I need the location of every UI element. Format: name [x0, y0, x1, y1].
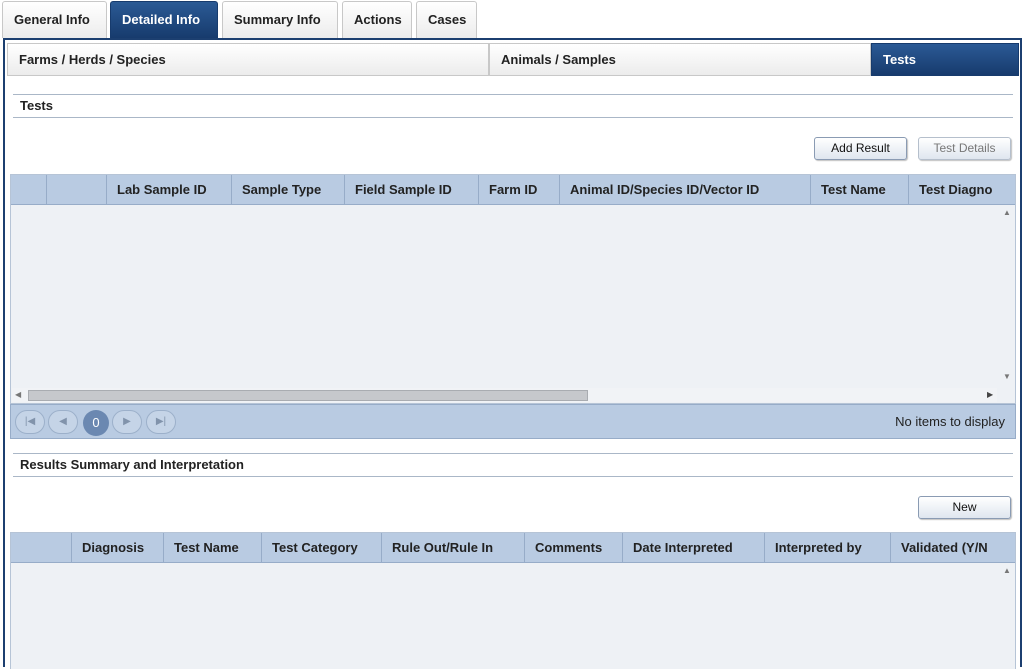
tests-section-title: Tests	[13, 94, 1013, 118]
current-page-number[interactable]: 0	[83, 410, 109, 436]
add-result-button[interactable]: Add Result	[814, 137, 907, 160]
results-col-comments[interactable]: Comments	[525, 533, 623, 562]
tests-col-field-sample-id[interactable]: Field Sample ID	[345, 175, 479, 204]
results-col-diagnosis[interactable]: Diagnosis	[72, 533, 164, 562]
results-section-title: Results Summary and Interpretation	[13, 453, 1013, 477]
tests-col-sample-type[interactable]: Sample Type	[232, 175, 345, 204]
results-col-interpreted-by[interactable]: Interpreted by	[765, 533, 891, 562]
tests-col-actions[interactable]	[47, 175, 107, 204]
tests-col-lab-sample-id[interactable]: Lab Sample ID	[107, 175, 232, 204]
results-col-validated[interactable]: Validated (Y/N	[891, 533, 1015, 562]
horizontal-scrollbar[interactable]: ◀ ▶	[12, 388, 997, 402]
subtab-farms-herds-species[interactable]: Farms / Herds / Species	[7, 43, 489, 76]
results-col-date-interpreted[interactable]: Date Interpreted	[623, 533, 765, 562]
tests-grid-header: Lab Sample ID Sample Type Field Sample I…	[11, 175, 1015, 205]
tests-col-farm-id[interactable]: Farm ID	[479, 175, 560, 204]
scroll-up-arrow-icon[interactable]: ▲	[1003, 208, 1011, 217]
tests-col-test-name[interactable]: Test Name	[811, 175, 909, 204]
top-tab-bar: General Info Detailed Info Summary Info …	[0, 0, 1031, 38]
tab-actions[interactable]: Actions	[342, 1, 412, 38]
results-grid-header: Diagnosis Test Name Test Category Rule O…	[11, 533, 1015, 563]
detailed-info-panel: Farms / Herds / Species Animals / Sample…	[3, 38, 1022, 669]
results-grid: Diagnosis Test Name Test Category Rule O…	[10, 532, 1016, 669]
first-page-icon[interactable]: |◀	[15, 410, 45, 434]
test-details-button[interactable]: Test Details	[918, 137, 1011, 160]
tab-summary-info[interactable]: Summary Info	[222, 1, 338, 38]
tests-pager: |◀ ◀ 0 ▶ ▶| No items to display	[10, 404, 1016, 439]
tests-col-animal-species-vector-id[interactable]: Animal ID/Species ID/Vector ID	[560, 175, 811, 204]
results-scroll-up-arrow-icon[interactable]: ▲	[1003, 566, 1011, 575]
results-col-actions[interactable]	[11, 533, 72, 562]
subtab-animals-samples[interactable]: Animals / Samples	[489, 43, 871, 76]
pager-status: No items to display	[895, 414, 1005, 429]
horizontal-scrollbar-thumb[interactable]	[28, 390, 588, 401]
tab-detailed-info[interactable]: Detailed Info	[110, 1, 218, 38]
tab-general-info[interactable]: General Info	[2, 1, 107, 38]
scroll-down-arrow-icon[interactable]: ▼	[1003, 372, 1011, 381]
tab-cases[interactable]: Cases	[416, 1, 477, 38]
scroll-right-arrow-icon[interactable]: ▶	[987, 388, 993, 402]
new-result-button[interactable]: New	[918, 496, 1011, 519]
tests-grid: Lab Sample ID Sample Type Field Sample I…	[10, 174, 1016, 404]
results-col-test-name[interactable]: Test Name	[164, 533, 262, 562]
results-col-rule-out-rule-in[interactable]: Rule Out/Rule In	[382, 533, 525, 562]
tests-col-select[interactable]	[11, 175, 47, 204]
tests-col-test-diagnosis[interactable]: Test Diagno	[909, 175, 1015, 204]
next-page-icon[interactable]: ▶	[112, 410, 142, 434]
results-col-test-category[interactable]: Test Category	[262, 533, 382, 562]
subtab-tests[interactable]: Tests	[871, 43, 1019, 76]
sub-tab-bar: Farms / Herds / Species Animals / Sample…	[7, 43, 1019, 76]
prev-page-icon[interactable]: ◀	[48, 410, 78, 434]
last-page-icon[interactable]: ▶|	[146, 410, 176, 434]
scroll-left-arrow-icon[interactable]: ◀	[15, 388, 21, 402]
